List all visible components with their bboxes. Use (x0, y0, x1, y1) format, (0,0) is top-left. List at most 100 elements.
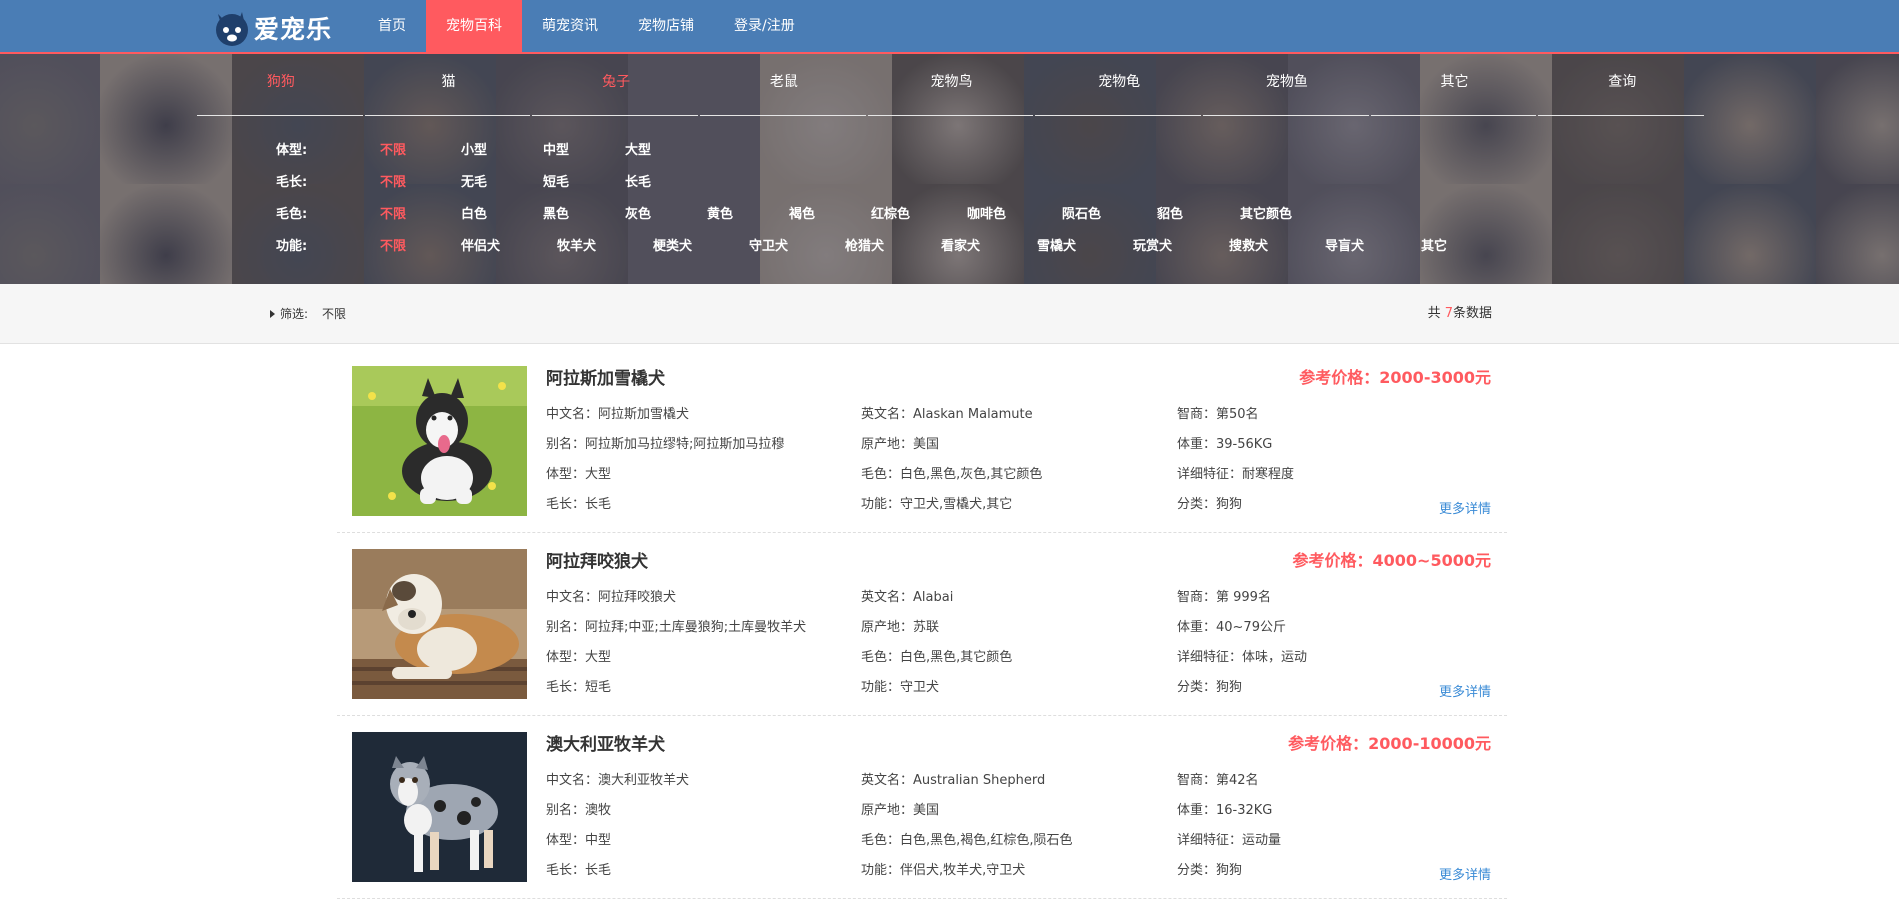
filter-option[interactable]: 玩赏犬 (1133, 231, 1172, 263)
nav-pet-shops[interactable]: 宠物店铺 (618, 0, 714, 52)
pet-name[interactable]: 澳大利亚牧羊犬 (546, 730, 665, 755)
attr-function: 功能：守卫犬 (861, 680, 940, 695)
attr-iq-rank: 智商：第 999名 (1177, 590, 1271, 605)
filter-option[interactable]: 褐色 (789, 199, 815, 231)
filter-option[interactable]: 咖啡色 (967, 199, 1006, 231)
filter-option[interactable]: 黄色 (707, 199, 733, 231)
pet-list-item: 阿拉斯加雪橇犬 参考价格：2000-3000元 中文名：阿拉斯加雪橇犬 别名：阿… (337, 350, 1507, 533)
attr-iq-rank: 智商：第50名 (1177, 407, 1259, 422)
filter-summary-bar: 筛选: 不限 共 7条数据 (0, 284, 1899, 344)
filter-option[interactable]: 短毛 (543, 167, 569, 199)
attr-body-size: 体型：中型 (546, 833, 612, 848)
filter-option[interactable]: 无毛 (461, 167, 487, 199)
site-logo[interactable]: 爱宠乐 (212, 6, 332, 50)
category-tabs: 狗狗 猫 兔子 老鼠 宠物鸟 宠物龟 宠物鱼 其它 查询 (197, 54, 1706, 116)
caret-right-icon (270, 310, 275, 318)
more-details-link[interactable]: 更多详情 (1439, 498, 1491, 517)
pet-photo-alabai[interactable] (352, 549, 527, 699)
result-count-prefix: 共 (1427, 306, 1445, 321)
filter-option[interactable]: 梗类犬 (653, 231, 692, 263)
nav-login-register[interactable]: 登录/注册 (714, 0, 815, 52)
tab-cats[interactable]: 猫 (364, 54, 533, 116)
pet-head-logo-icon (212, 8, 250, 48)
tab-turtles[interactable]: 宠物龟 (1035, 54, 1203, 116)
pet-name[interactable]: 阿拉斯加雪橇犬 (546, 364, 665, 389)
filter-summary-label: 筛选: (280, 307, 309, 321)
filter-option[interactable]: 其它颜色 (1240, 199, 1292, 231)
filter-option[interactable]: 伴侣犬 (461, 231, 500, 263)
filter-option[interactable]: 白色 (461, 199, 487, 231)
more-details-link[interactable]: 更多详情 (1439, 681, 1491, 700)
filter-option[interactable]: 雪橇犬 (1037, 231, 1076, 263)
filter-option[interactable]: 搜救犬 (1229, 231, 1268, 263)
result-count-number: 7 (1444, 306, 1453, 321)
attr-origin: 原产地：美国 (861, 803, 940, 818)
tab-birds[interactable]: 宠物鸟 (867, 54, 1036, 116)
attr-weight: 体重：40~79公斤 (1177, 620, 1286, 635)
filter-option[interactable]: 大型 (625, 135, 651, 167)
filter-label-function: 功能: (276, 239, 308, 254)
filter-row-function: 功能: 不限 伴侣犬 牧羊犬 梗类犬 守卫犬 枪猎犬 看家犬 雪橇犬 玩赏犬 搜… (0, 231, 1899, 263)
filter-banner: 狗狗 猫 兔子 老鼠 宠物鸟 宠物龟 宠物鱼 其它 查询 体型: 不限 小型 中… (0, 54, 1899, 284)
pet-list-item: 阿拉拜咬狼犬 参考价格：4000~5000元 中文名：阿拉拜咬狼犬 别名：阿拉拜… (337, 533, 1507, 716)
tab-dogs[interactable]: 狗狗 (197, 54, 365, 116)
filter-option[interactable]: 牧羊犬 (557, 231, 596, 263)
pet-list-item: 澳大利亚牧羊犬 参考价格：2000-10000元 中文名：澳大利亚牧羊犬 别名：… (337, 716, 1507, 899)
filter-option[interactable]: 黑色 (543, 199, 569, 231)
attr-body-size: 体型：大型 (546, 650, 612, 665)
nav-pet-encyclopedia[interactable]: 宠物百科 (426, 0, 522, 52)
filter-option[interactable]: 貂色 (1157, 199, 1183, 231)
filter-option[interactable]: 守卫犬 (749, 231, 788, 263)
filter-option[interactable]: 灰色 (625, 199, 651, 231)
nav-pet-news[interactable]: 萌宠资讯 (522, 0, 618, 52)
pet-photo-australian-shepherd[interactable] (352, 732, 527, 882)
result-count-suffix: 条数据 (1452, 306, 1492, 321)
attr-category: 分类：狗狗 (1177, 680, 1243, 695)
tab-fish[interactable]: 宠物鱼 (1203, 54, 1371, 116)
attr-english-name: 英文名：Alabai (861, 590, 954, 605)
filter-option[interactable]: 小型 (461, 135, 487, 167)
attr-coat-length: 毛长：长毛 (546, 863, 612, 878)
tab-others[interactable]: 其它 (1370, 54, 1539, 116)
attr-iq-rank: 智商：第42名 (1177, 773, 1259, 788)
filter-option[interactable]: 看家犬 (941, 231, 980, 263)
result-count: 共 7条数据 (1428, 284, 1492, 344)
filter-option[interactable]: 红棕色 (871, 199, 910, 231)
filter-option[interactable]: 导盲犬 (1325, 231, 1364, 263)
filter-option[interactable]: 中型 (543, 135, 569, 167)
tab-rabbits[interactable]: 兔子 (532, 54, 700, 116)
attr-features: 详细特征：运动量 (1177, 833, 1282, 848)
filter-label-coat-color: 毛色: (276, 207, 308, 222)
attr-coat-color: 毛色：白色,黑色,其它颜色 (861, 650, 1013, 665)
filter-option[interactable]: 长毛 (625, 167, 651, 199)
filter-option[interactable]: 不限 (380, 231, 406, 263)
pet-price: 参考价格：4000~5000元 (1292, 551, 1491, 570)
filter-option[interactable]: 不限 (380, 135, 406, 167)
nav-home[interactable]: 首页 (358, 0, 426, 52)
filter-option[interactable]: 陨石色 (1062, 199, 1101, 231)
filter-label-coat-length: 毛长: (276, 175, 308, 190)
tab-search[interactable]: 查询 (1538, 54, 1706, 116)
filter-option[interactable]: 不限 (380, 199, 406, 231)
attr-function: 功能：伴侣犬,牧羊犬,守卫犬 (861, 863, 1026, 878)
attr-origin: 原产地：美国 (861, 437, 940, 452)
attr-weight: 体重：39-56KG (1177, 437, 1273, 452)
pet-name[interactable]: 阿拉拜咬狼犬 (546, 547, 648, 572)
attr-english-name: 英文名：Australian Shepherd (861, 773, 1046, 788)
attr-alias: 别名：澳牧 (546, 803, 612, 818)
attr-alias: 别名：阿拉斯加马拉缪特;阿拉斯加马拉穆 (546, 437, 785, 452)
filter-option[interactable]: 不限 (380, 167, 406, 199)
attr-body-size: 体型：大型 (546, 467, 612, 482)
pet-photo-alaskan-malamute[interactable] (352, 366, 527, 516)
tab-mice[interactable]: 老鼠 (700, 54, 868, 116)
filter-option[interactable]: 枪猎犬 (845, 231, 884, 263)
attr-origin: 原产地：苏联 (861, 620, 940, 635)
pet-price: 参考价格：2000-3000元 (1299, 368, 1491, 387)
attr-alias: 别名：阿拉拜;中亚;土库曼狼狗;土库曼牧羊犬 (546, 620, 807, 635)
filter-row-coat-length: 毛长: 不限 无毛 短毛 长毛 (0, 167, 1899, 199)
attr-features: 详细特征：耐寒程度 (1177, 467, 1295, 482)
more-details-link[interactable]: 更多详情 (1439, 864, 1491, 883)
current-filter: 筛选: 不限 (270, 284, 346, 344)
filter-option[interactable]: 其它 (1421, 231, 1447, 263)
attr-coat-length: 毛长：短毛 (546, 680, 612, 695)
